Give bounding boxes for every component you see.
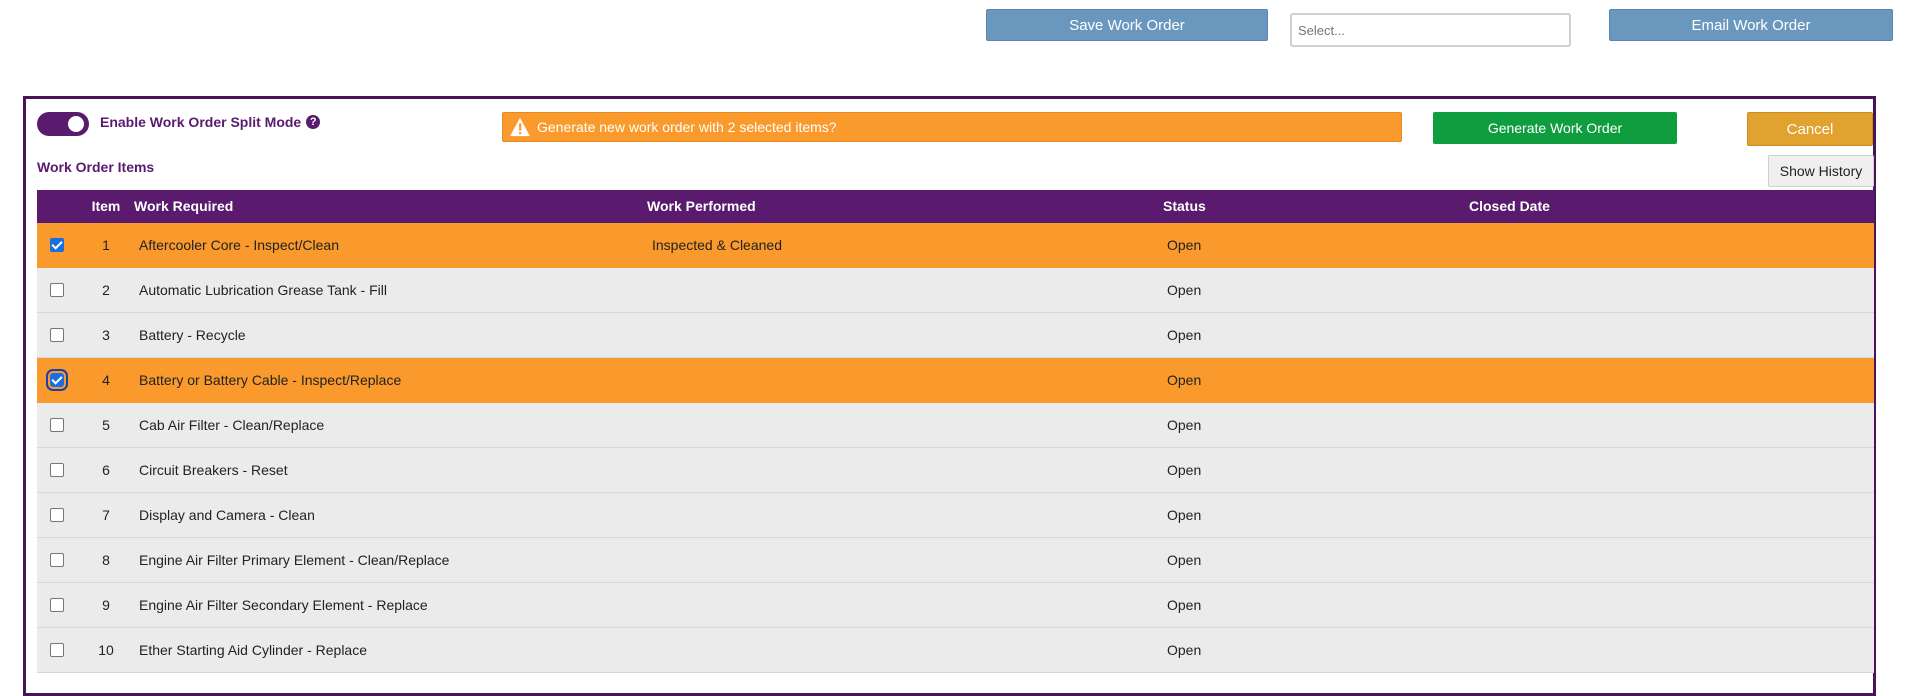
header-status: Status <box>1163 198 1206 214</box>
header-item: Item <box>91 198 121 214</box>
section-title: Work Order Items <box>37 159 155 175</box>
row-work-required: Battery - Recycle <box>139 327 246 343</box>
table-row[interactable]: 9 Engine Air Filter Secondary Element - R… <box>37 583 1874 628</box>
row-work-required: Circuit Breakers - Reset <box>139 462 288 478</box>
warning-icon <box>510 117 530 137</box>
header-work-performed: Work Performed <box>647 198 756 214</box>
row-item-number: 9 <box>102 597 110 613</box>
row-item-number: 1 <box>102 237 110 253</box>
row-work-required: Battery or Battery Cable - Inspect/Repla… <box>139 372 402 388</box>
work-order-panel: Enable Work Order Split Mode ? Generate … <box>23 96 1876 696</box>
table-row[interactable]: 4 Battery or Battery Cable - Inspect/Repl… <box>37 358 1874 403</box>
row-status: Open <box>1167 282 1202 298</box>
table-row[interactable]: 3 Battery - Recycle Open <box>37 313 1874 358</box>
split-mode-text: Enable Work Order Split Mode <box>100 114 302 130</box>
row-work-required: Display and Camera - Clean <box>139 507 315 523</box>
header-work-required: Work Required <box>134 198 234 214</box>
email-work-order-button[interactable]: Email Work Order <box>1609 9 1893 41</box>
table-row[interactable]: 7 Display and Camera - Clean Open <box>37 493 1874 538</box>
show-history-button[interactable]: Show History <box>1768 155 1874 187</box>
row-select-checkbox[interactable] <box>50 463 64 477</box>
row-status: Open <box>1167 597 1202 613</box>
row-work-required: Ether Starting Aid Cylinder - Replace <box>139 642 367 658</box>
row-item-number: 3 <box>102 327 110 343</box>
toggle-knob <box>68 116 84 132</box>
work-order-select[interactable] <box>1290 13 1571 47</box>
table-row[interactable]: 8 Engine Air Filter Primary Element - Cle… <box>37 538 1874 583</box>
table-body: 1 Aftercooler Core - Inspect/Clean Inspect… <box>37 223 1874 673</box>
row-select-checkbox[interactable] <box>50 238 64 252</box>
table-header: Item Work Required Work Performed Status… <box>37 190 1874 223</box>
row-work-required: Engine Air Filter Primary Element - Clea… <box>139 552 450 568</box>
help-icon[interactable]: ? <box>306 115 321 129</box>
row-status: Open <box>1167 417 1202 433</box>
row-select-checkbox[interactable] <box>50 508 64 522</box>
table-row[interactable]: 1 Aftercooler Core - Inspect/Clean Inspect… <box>37 223 1874 268</box>
row-select-checkbox[interactable] <box>50 553 64 567</box>
table-row[interactable]: 5 Cab Air Filter - Clean/Replace Open <box>37 403 1874 448</box>
row-select-checkbox[interactable] <box>50 643 64 657</box>
row-item-number: 7 <box>102 507 110 523</box>
row-work-required: Cab Air Filter - Clean/Replace <box>139 417 325 433</box>
save-work-order-button[interactable]: Save Work Order <box>986 9 1268 41</box>
row-item-number: 10 <box>98 642 114 658</box>
top-toolbar: Save Work Order Email Work Order <box>0 0 1909 60</box>
row-item-number: 5 <box>102 417 110 433</box>
alert-text: Generate new work order with 2 selected … <box>537 119 837 135</box>
row-work-required: Automatic Lubrication Grease Tank - Fill <box>139 282 387 298</box>
row-select-checkbox[interactable] <box>50 598 64 612</box>
table-row[interactable]: 6 Circuit Breakers - Reset Open <box>37 448 1874 493</box>
row-status: Open <box>1167 237 1202 253</box>
generate-work-order-button[interactable]: Generate Work Order <box>1433 112 1677 144</box>
row-item-number: 4 <box>102 372 110 388</box>
row-item-number: 8 <box>102 552 110 568</box>
cancel-button[interactable]: Cancel <box>1747 112 1873 146</box>
table-row[interactable]: 10 Ether Starting Aid Cylinder - Replace O… <box>37 628 1874 673</box>
row-item-number: 6 <box>102 462 110 478</box>
row-status: Open <box>1167 462 1202 478</box>
work-order-items-table: Item Work Required Work Performed Status… <box>37 190 1874 673</box>
row-item-number: 2 <box>102 282 110 298</box>
row-select-checkbox[interactable] <box>50 283 64 297</box>
row-work-required: Aftercooler Core - Inspect/Clean <box>139 237 339 253</box>
row-status: Open <box>1167 642 1202 658</box>
row-status: Open <box>1167 372 1202 388</box>
row-work-required: Engine Air Filter Secondary Element - Re… <box>139 597 428 613</box>
row-select-checkbox[interactable] <box>50 328 64 342</box>
row-status: Open <box>1167 327 1202 343</box>
split-alert-banner: Generate new work order with 2 selected … <box>502 112 1402 142</box>
split-mode-label: Enable Work Order Split Mode ? <box>100 114 321 130</box>
row-select-checkbox[interactable] <box>50 418 64 432</box>
row-status: Open <box>1167 507 1202 523</box>
split-mode-toggle[interactable] <box>37 112 89 136</box>
row-select-checkbox[interactable] <box>46 369 68 391</box>
header-closed-date: Closed Date <box>1469 198 1550 214</box>
table-row[interactable]: 2 Automatic Lubrication Grease Tank - Fil… <box>37 268 1874 313</box>
row-work-performed: Inspected & Cleaned <box>652 237 782 253</box>
row-status: Open <box>1167 552 1202 568</box>
